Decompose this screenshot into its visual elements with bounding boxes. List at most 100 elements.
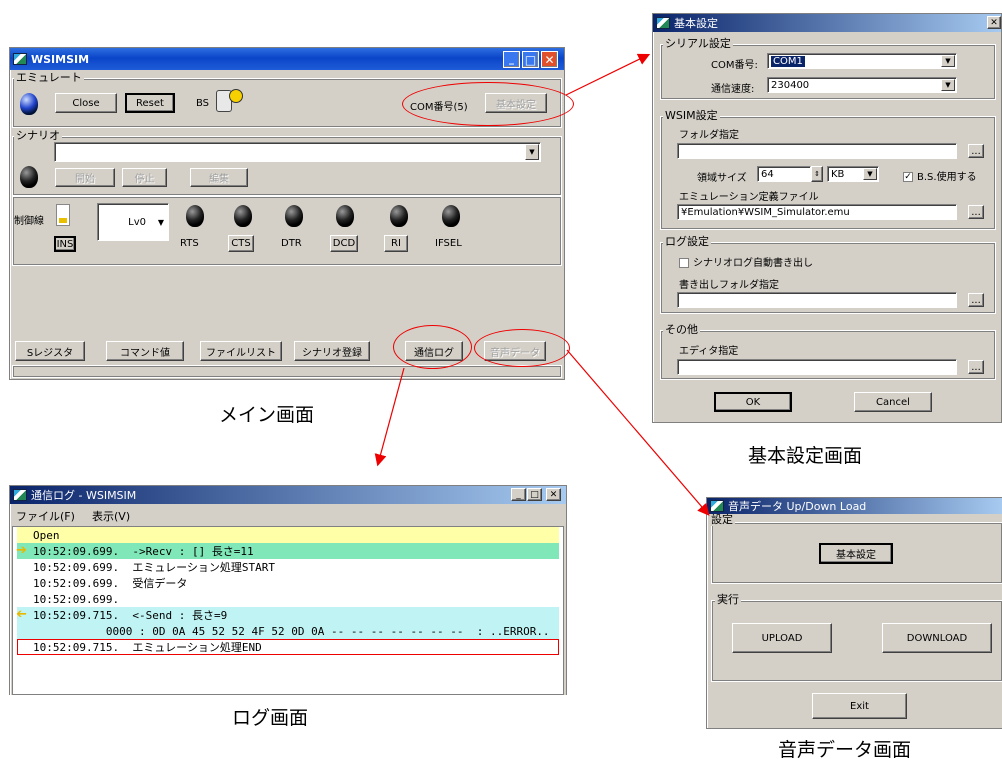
audio-caption: 音声データ画面	[778, 739, 912, 759]
com-highlight-ellipse	[402, 82, 574, 126]
area-size-label: 領域サイズ	[697, 173, 747, 184]
bs-use-checkbox[interactable]: ✓ B.S.使用する	[903, 168, 977, 183]
log-highlight-ellipse	[393, 325, 472, 369]
app-icon	[13, 53, 27, 65]
app-icon	[656, 17, 670, 29]
arrow-right-icon: ➔	[16, 543, 27, 558]
speed-select[interactable]: 230400 ▼	[767, 77, 957, 93]
emu-file-browse-button[interactable]: ...	[968, 205, 984, 219]
status-bar	[12, 365, 562, 378]
bs-label: BS	[196, 98, 210, 109]
arrow-left-icon: ➔	[16, 607, 27, 622]
menu-file[interactable]: ファイル(F)	[16, 508, 75, 524]
com-value: COM1	[771, 55, 805, 67]
spinner-icon[interactable]: ⇕	[811, 166, 823, 182]
log-line-selected: 10:52:09.715. エミュレーション処理END	[17, 639, 559, 655]
maximize-button[interactable]: □	[522, 51, 539, 68]
editor-field[interactable]	[677, 359, 957, 375]
scenario-legend: シナリオ	[14, 129, 62, 142]
serial-legend: シリアル設定	[663, 37, 733, 50]
unit-select[interactable]: KB ▼	[827, 166, 879, 182]
folder-field[interactable]	[677, 143, 957, 159]
write-folder-browse-button[interactable]: ...	[968, 293, 984, 307]
menu-view[interactable]: 表示(V)	[92, 508, 130, 524]
command-value-button[interactable]: コマンド値	[106, 341, 184, 361]
log-title: 通信ログ - WSIMSIM	[31, 489, 137, 502]
checkmark-icon: ✓	[903, 172, 913, 182]
exit-button[interactable]: Exit	[812, 693, 907, 719]
log-line: 10:52:09.699. エミュレーション処理START	[33, 561, 276, 574]
log-minimize-button[interactable]: _	[511, 488, 526, 501]
ok-button[interactable]: OK	[714, 392, 792, 412]
write-folder-field[interactable]	[677, 292, 957, 308]
start-button[interactable]: 開始	[55, 168, 115, 187]
log-line-recv: 10:52:09.699. ->Recv : [] 長さ=11	[17, 543, 559, 559]
editor-label: エディタ指定	[679, 346, 739, 357]
close-button[interactable]: Close	[55, 93, 117, 113]
download-button[interactable]: DOWNLOAD	[882, 623, 992, 653]
folder-label: フォルダ指定	[679, 130, 739, 141]
scenario-register-button[interactable]: シナリオ登録	[294, 341, 370, 361]
audio-setting-legend: 設定	[709, 513, 735, 526]
cancel-button[interactable]: Cancel	[854, 392, 932, 412]
audio-title: 音声データ Up/Down Load	[728, 500, 867, 513]
area-size-value: 64	[761, 168, 774, 180]
main-caption: メイン画面	[219, 404, 315, 426]
settings-window: 基本設定 ✕ シリアル設定 COM番号: COM1 ▼ 通信速度: 230400 ▼…	[652, 13, 1002, 423]
com-label: COM番号:	[711, 60, 758, 71]
com-select[interactable]: COM1 ▼	[767, 53, 957, 69]
folder-browse-button[interactable]: ...	[968, 144, 984, 158]
scenario-select[interactable]: ▼	[54, 142, 541, 162]
write-folder-label: 書き出しフォルダ指定	[679, 280, 779, 291]
wsim-legend: WSIM設定	[663, 109, 720, 122]
log-close-button[interactable]: ✕	[546, 488, 561, 501]
log-line-hex: 0000 : 0D 0A 45 52 52 4F 52 0D 0A -- -- …	[17, 623, 559, 639]
close-window-button[interactable]: ✕	[541, 51, 558, 68]
area-size-field[interactable]: 64	[757, 166, 811, 182]
chevron-down-icon: ▼	[863, 168, 877, 180]
file-list-button[interactable]: ファイルリスト	[200, 341, 282, 361]
upload-button[interactable]: UPLOAD	[732, 623, 832, 653]
log-settings-legend: ログ設定	[663, 235, 711, 248]
edit-button[interactable]: 編集	[190, 168, 248, 187]
settings-caption: 基本設定画面	[748, 445, 863, 467]
emulate-led	[20, 93, 38, 115]
main-title: WSIMSIM	[31, 52, 90, 66]
emu-file-field[interactable]: ¥Emulation¥WSIM_Simulator.emu	[677, 204, 957, 220]
chevron-down-icon: ▼	[525, 144, 539, 160]
emulate-legend: エミュレート	[14, 71, 84, 84]
main-titlebar[interactable]: WSIMSIM	[10, 48, 564, 70]
app-icon	[710, 500, 724, 512]
log-maximize-button[interactable]: □	[527, 488, 542, 501]
log-titlebar[interactable]: 通信ログ - WSIMSIM	[10, 486, 566, 504]
other-legend: その他	[663, 323, 700, 336]
editor-browse-button[interactable]: ...	[968, 360, 984, 374]
chevron-down-icon: ▼	[941, 79, 955, 91]
settings-titlebar[interactable]: 基本設定	[653, 14, 1001, 32]
minimize-button[interactable]: _	[503, 51, 520, 68]
scenario-led	[20, 166, 38, 188]
audio-highlight-ellipse	[474, 329, 570, 367]
control-group	[12, 196, 562, 266]
log-line: 10:52:09.699.	[33, 592, 120, 606]
speed-label: 通信速度:	[711, 84, 755, 95]
reset-button[interactable]: Reset	[125, 93, 175, 113]
emu-file-label: エミュレーション定義ファイル	[679, 192, 819, 203]
arrow-to-log	[374, 367, 405, 467]
settings-title: 基本設定	[674, 17, 718, 30]
audio-basic-settings-button[interactable]: 基本設定	[819, 543, 893, 564]
arrow-to-settings	[565, 53, 651, 96]
unit-value: KB	[831, 168, 845, 180]
log-line-send: 10:52:09.715. <-Send : 長さ=9	[17, 607, 559, 623]
chevron-down-icon: ▼	[941, 55, 955, 67]
settings-close-button[interactable]: ✕	[987, 16, 1001, 29]
bs-badge-icon	[229, 89, 243, 103]
speed-value: 230400	[771, 79, 810, 91]
auto-write-checkbox[interactable]: シナリオログ自動書き出し	[679, 254, 813, 269]
audio-titlebar[interactable]: 音声データ Up/Down Load	[707, 498, 1002, 514]
log-content[interactable]: Open 10:52:09.699. ->Recv : [] 長さ=11 10:…	[12, 526, 564, 695]
s-register-button[interactable]: Sレジスタ	[15, 341, 85, 361]
log-caption: ログ画面	[232, 707, 309, 729]
stop-button[interactable]: 停止	[122, 168, 167, 187]
audio-window: 音声データ Up/Down Load 設定 基本設定 実行 UPLOAD DOW…	[706, 497, 1002, 729]
